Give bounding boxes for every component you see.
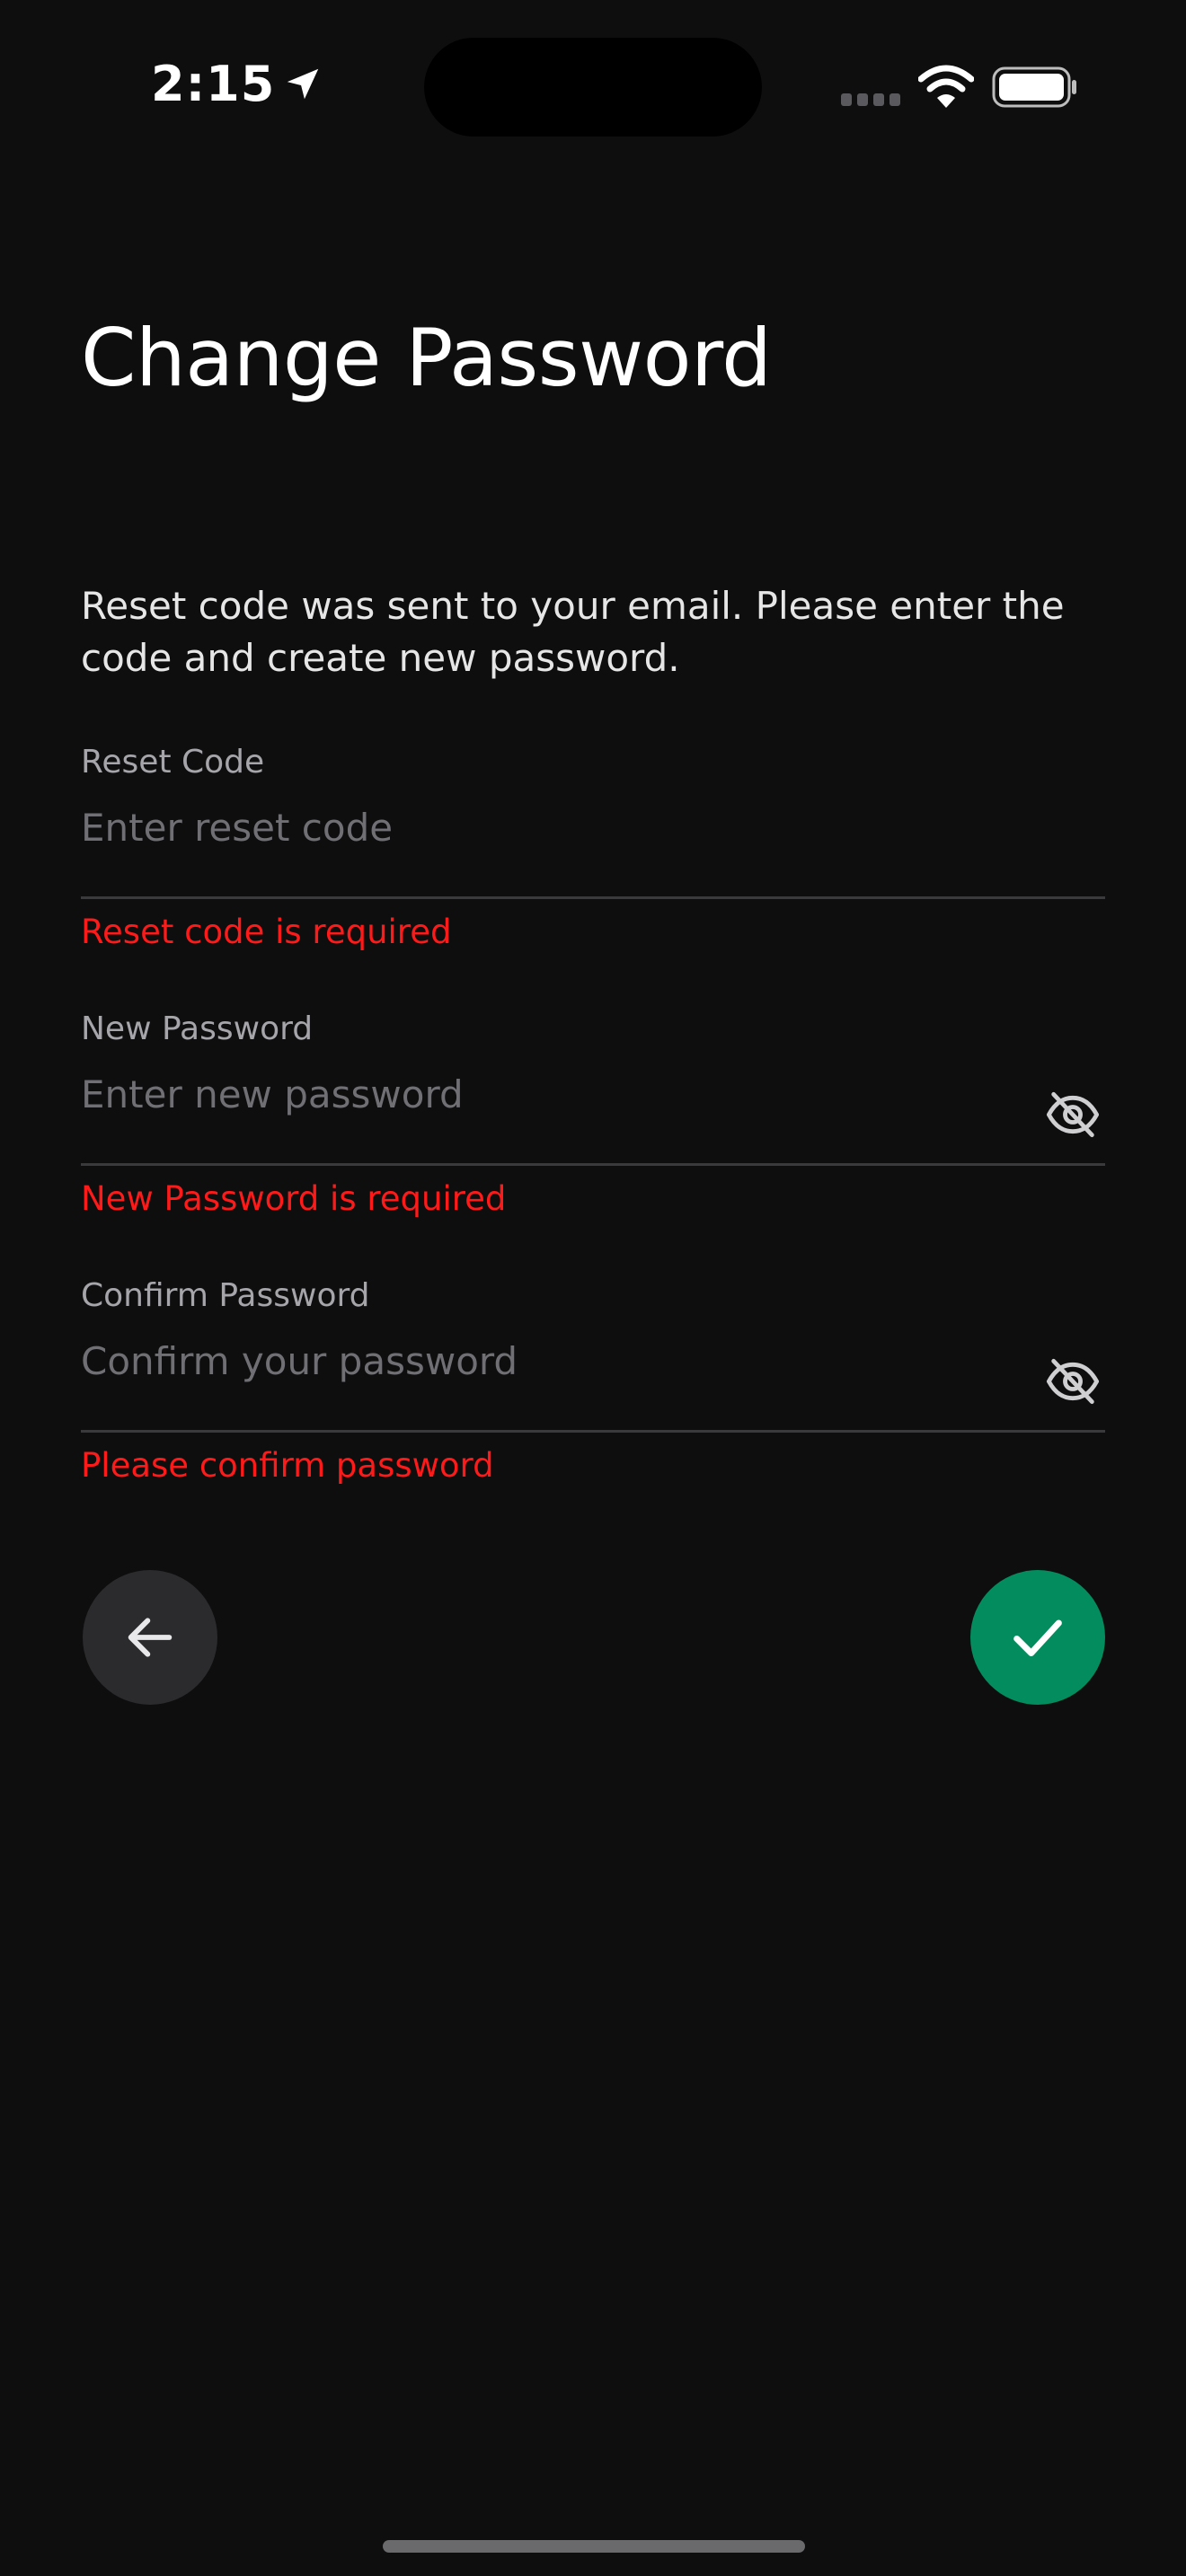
page-description: Reset code was sent to your email. Pleas… [81,584,1065,680]
reset-code-input[interactable] [81,796,979,859]
confirm-password-label: Confirm Password [81,1277,370,1314]
new-password-underline [81,1163,1105,1166]
reset-code-error: Reset code is required [81,913,452,951]
status-time-text: 2:15 [151,56,276,112]
eye-off-icon [1046,1091,1100,1138]
confirm-button[interactable] [970,1570,1105,1705]
cellular-signal-icon [841,93,900,106]
eye-off-icon [1046,1358,1100,1405]
confirm-password-error: Please confirm password [81,1446,494,1485]
back-button[interactable] [83,1570,217,1705]
checkmark-icon [1013,1619,1062,1656]
reset-code-label: Reset Code [81,744,265,781]
home-indicator[interactable] [383,2540,805,2553]
confirm-password-input[interactable] [81,1329,979,1392]
new-password-visibility-toggle[interactable] [1040,1082,1105,1147]
dynamic-island [424,38,762,137]
new-password-label: New Password [81,1010,314,1047]
status-bar-time: 2:15 [151,56,323,112]
battery-full-icon [992,66,1076,108]
confirm-password-underline [81,1430,1105,1433]
new-password-error: New Password is required [81,1179,507,1218]
location-arrow-icon [288,68,319,99]
page-title: Change Password [81,312,772,404]
wifi-icon [918,65,974,108]
reset-code-underline [81,896,1105,899]
confirm-password-visibility-toggle[interactable] [1040,1349,1105,1414]
new-password-input[interactable] [81,1063,979,1125]
arrow-left-icon [128,1618,173,1657]
